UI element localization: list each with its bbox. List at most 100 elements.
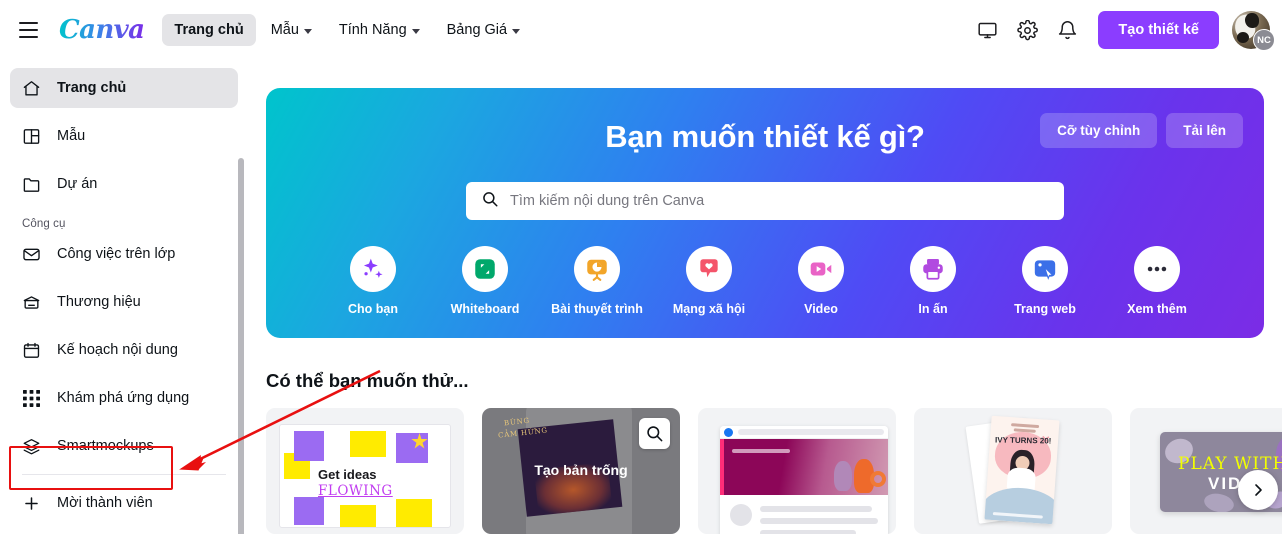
hamburger-icon[interactable]: [11, 13, 45, 47]
nav-label: Tính Năng: [338, 22, 407, 38]
card-thumbnail: Get ideas FLOWING: [279, 424, 451, 528]
card-get-ideas-flowing[interactable]: Get ideas FLOWING: [266, 408, 464, 534]
canva-home-page: Canva Trang chủ Mẫu Tính Năng Bảng Giá T…: [0, 0, 1282, 534]
category-label: Xem thêm: [1127, 302, 1187, 316]
search-input[interactable]: [466, 182, 1064, 220]
briefcase-icon: [21, 292, 42, 313]
sidebar-list: Trang chủ Mẫu Dự án Công cụ Công việc tr…: [0, 60, 248, 523]
card-facebook-post-template[interactable]: [698, 408, 896, 534]
category-label: Video: [804, 302, 838, 316]
sidebar-item-label: Dự án: [57, 176, 98, 192]
carousel-next-button[interactable]: [1238, 470, 1278, 510]
sidebar-item-moi-thanh-vien[interactable]: Mời thành viên: [10, 483, 238, 523]
nav-item-mau[interactable]: Mẫu: [259, 14, 324, 46]
sidebar-item-mau[interactable]: Mẫu: [10, 116, 238, 156]
header-nav: Trang chủ Mẫu Tính Năng Bảng Giá: [162, 14, 532, 46]
chevron-down-icon: [303, 28, 312, 34]
more-dots-icon: [1134, 246, 1180, 292]
sidebar: Trang chủ Mẫu Dự án Công cụ Công việc tr…: [0, 60, 248, 534]
header-actions: Tạo thiết kế NC: [967, 10, 1282, 51]
search-field[interactable]: [510, 193, 1049, 209]
print-icon: [910, 246, 956, 292]
category-label: Trang web: [1014, 302, 1076, 316]
card-tao-ban-trong[interactable]: BÙNG CẢM HỨNG Tạo bản trống: [482, 408, 680, 534]
sidebar-item-smartmockups[interactable]: Smartmockups: [10, 426, 238, 466]
nav-label: Mẫu: [270, 22, 299, 38]
main-content: Bạn muốn thiết kế gì? Cỡ tùy chỉnh Tải l…: [248, 60, 1282, 534]
nav-label: Bảng Giá: [446, 22, 508, 38]
sidebar-item-du-an[interactable]: Dự án: [10, 164, 238, 204]
home-icon: [21, 78, 42, 99]
card-thumbnail: [720, 426, 888, 534]
calendar-icon: [21, 340, 42, 361]
category-mang-xa-hoi[interactable]: Mạng xã hội: [653, 246, 765, 316]
top-header: Canva Trang chủ Mẫu Tính Năng Bảng Giá T…: [0, 0, 1282, 60]
sidebar-item-thuong-hieu[interactable]: Thương hiệu: [10, 282, 238, 322]
card-label: Tạo bản trống: [534, 462, 628, 478]
card-text-secondary: FLOWING: [318, 483, 393, 499]
create-design-button[interactable]: Tạo thiết kế: [1098, 11, 1219, 49]
suggestions-title: Có thể bạn muốn thử...: [266, 370, 469, 391]
social-heart-icon: [686, 246, 732, 292]
nav-item-bang-gia[interactable]: Bảng Giá: [435, 14, 532, 46]
sidebar-item-label: Trang chủ: [57, 80, 127, 96]
category-label: In ấn: [918, 302, 948, 316]
sidebar-scrollbar[interactable]: [238, 158, 244, 534]
category-label: Bài thuyết trình: [551, 302, 643, 316]
gear-icon[interactable]: [1007, 10, 1047, 50]
category-row: Cho bạn Whiteboard Bài thuyết trình Mạng…: [266, 246, 1264, 316]
category-whiteboard[interactable]: Whiteboard: [429, 246, 541, 316]
sidebar-item-kham-pha-ung-dung[interactable]: Khám phá ứng dụng: [10, 378, 238, 418]
website-icon: [1022, 246, 1068, 292]
hero-banner: Bạn muốn thiết kế gì? Cỡ tùy chỉnh Tải l…: [266, 88, 1264, 338]
layers-icon: [21, 436, 42, 457]
grid-icon: [21, 388, 42, 409]
plus-icon: [21, 493, 42, 514]
category-xem-them[interactable]: Xem thêm: [1101, 246, 1213, 316]
sidebar-section-label: Công cụ: [22, 218, 66, 230]
bell-icon[interactable]: [1047, 10, 1087, 50]
sidebar-item-ke-hoach-noi-dung[interactable]: Kế hoạch nội dung: [10, 330, 238, 370]
sparkle-icon: [350, 246, 396, 292]
nav-item-trang-chu[interactable]: Trang chủ: [162, 14, 256, 46]
sidebar-item-label: Công việc trên lớp: [57, 246, 176, 262]
sidebar-item-trang-chu[interactable]: Trang chủ: [10, 68, 238, 108]
custom-size-button[interactable]: Cỡ tùy chỉnh: [1040, 113, 1158, 148]
category-video[interactable]: Video: [765, 246, 877, 316]
chevron-down-icon: [411, 28, 420, 34]
template-icon: [21, 126, 42, 147]
video-icon: [798, 246, 844, 292]
whiteboard-icon: [462, 246, 508, 292]
sidebar-item-label: Khám phá ứng dụng: [57, 390, 190, 406]
sidebar-item-cong-viec-tren-lop[interactable]: Công việc trên lớp: [10, 234, 238, 274]
category-label: Mạng xã hội: [672, 302, 746, 316]
category-cho-ban[interactable]: Cho bạn: [317, 246, 429, 316]
monitor-icon[interactable]: [967, 10, 1007, 50]
upload-button[interactable]: Tải lên: [1166, 113, 1243, 148]
card-ivy-turns-20-invite[interactable]: ✕ IVY TURNS 20!: [914, 408, 1112, 534]
sidebar-item-label: Smartmockups: [57, 438, 154, 454]
canva-logo[interactable]: Canva: [59, 15, 146, 45]
avatar[interactable]: NC: [1232, 11, 1275, 51]
facebook-icon: [724, 427, 733, 437]
category-label: Whiteboard: [450, 302, 520, 316]
card-thumbnail: ✕ IVY TURNS 20!: [984, 415, 1060, 525]
avatar-initials-badge: NC: [1253, 29, 1275, 51]
category-in-an[interactable]: In ấn: [877, 246, 989, 316]
search-icon: [481, 190, 499, 213]
zoom-search-icon[interactable]: [639, 418, 670, 449]
nav-label: Trang chủ: [174, 22, 244, 38]
inbox-icon: [21, 244, 42, 265]
category-trang-web[interactable]: Trang web: [989, 246, 1101, 316]
sidebar-item-label: Kế hoạch nội dung: [57, 342, 178, 358]
nav-item-tinh-nang[interactable]: Tính Năng: [327, 14, 432, 46]
sidebar-divider: [22, 474, 226, 475]
sidebar-item-label: Mẫu: [57, 128, 86, 144]
banner-buttons: Cỡ tùy chỉnh Tải lên: [1040, 113, 1243, 148]
presentation-icon: [574, 246, 620, 292]
chevron-down-icon: [512, 28, 521, 34]
sidebar-item-label: Mời thành viên: [57, 495, 153, 511]
sidebar-item-label: Thương hiệu: [57, 294, 141, 310]
category-bai-thuyet-trinh[interactable]: Bài thuyết trình: [541, 246, 653, 316]
suggestion-card-list: Get ideas FLOWING BÙNG CẢM HỨNG Tạo bản …: [266, 408, 1282, 534]
